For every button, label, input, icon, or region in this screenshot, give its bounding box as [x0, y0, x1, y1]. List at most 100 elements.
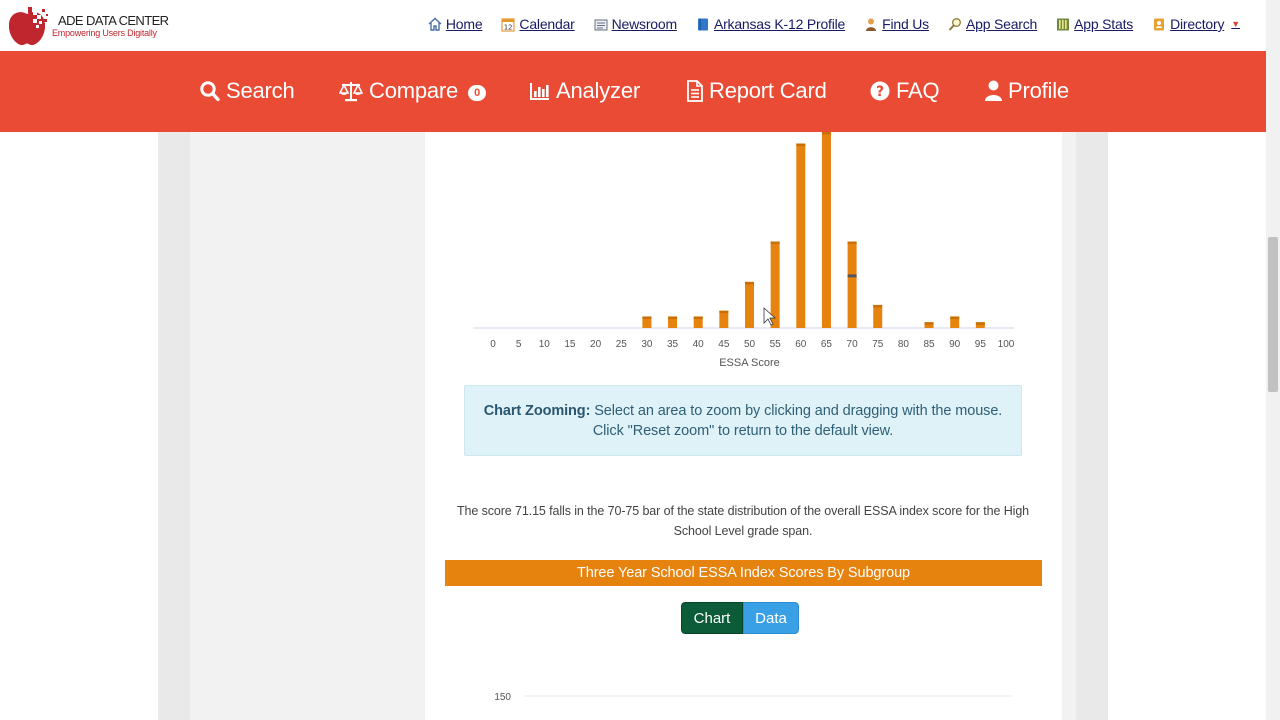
main-nav-analyzer[interactable]: Analyzer — [530, 78, 640, 104]
bar-top-35 — [668, 316, 678, 319]
nav-app-search[interactable]: App Search — [948, 16, 1037, 32]
nav-k12-profile[interactable]: Arkansas K-12 Profile — [696, 16, 845, 32]
nav-calendar[interactable]: 12 Calendar — [501, 16, 575, 32]
main-nav-faq[interactable]: ? FAQ — [870, 78, 940, 104]
nav-app-stats-label: App Stats — [1074, 16, 1134, 32]
x-tick-5: 5 — [516, 339, 522, 350]
bar-45[interactable] — [719, 310, 729, 328]
bar-60[interactable] — [796, 143, 806, 328]
subgroup-chart[interactable]: 150 — [425, 682, 1062, 720]
bar-chart-icon — [530, 83, 549, 100]
nav-app-stats[interactable]: App Stats — [1056, 16, 1133, 32]
x-tick-40: 40 — [693, 339, 705, 350]
bar-50[interactable] — [745, 281, 754, 328]
nav-directory[interactable]: Directory ▼ — [1152, 16, 1240, 32]
x-tick-100: 100 — [998, 339, 1015, 350]
document-icon — [687, 80, 703, 102]
x-tick-65: 65 — [821, 339, 833, 350]
nav-newsroom[interactable]: Newsroom — [594, 16, 677, 32]
main-nav-profile[interactable]: Profile — [985, 78, 1069, 104]
x-tick-60: 60 — [795, 339, 807, 350]
main-nav-analyzer-label: Analyzer — [556, 78, 640, 103]
bar-top-50 — [745, 281, 754, 285]
bar-75[interactable] — [873, 304, 883, 328]
bar-top-30 — [642, 316, 652, 319]
ade-logo[interactable]: ADE DATA CENTER Empowering Users Digital… — [6, 5, 169, 47]
bar-top-60 — [796, 143, 806, 147]
main-nav-search-label: Search — [226, 78, 295, 103]
x-tick-90: 90 — [949, 339, 961, 350]
x-tick-95: 95 — [975, 339, 987, 350]
x-tick-70: 70 — [847, 339, 859, 350]
logo-tagline: Empowering Users Digitally — [52, 28, 157, 38]
x-tick-85: 85 — [923, 339, 935, 350]
score-marker — [847, 274, 857, 278]
x-tick-25: 25 — [616, 339, 628, 350]
bar-top-65 — [821, 132, 831, 135]
right-sidebar — [1062, 132, 1076, 720]
main-nav-faq-label: FAQ — [896, 78, 940, 103]
main-nav: Search Compare 0 Analyzer Report Card ? … — [0, 51, 1266, 132]
left-sidebar — [190, 132, 425, 720]
main-content: 0 5 10 15 20 25 30 35 40 45 50 55 60 65 70 75 80 85 90 95 10… — [425, 132, 1062, 720]
x-tick-55: 55 — [770, 339, 782, 350]
svg-text:12: 12 — [504, 23, 513, 31]
x-tick-20: 20 — [590, 339, 602, 350]
x-axis-title: ESSA Score — [719, 357, 780, 369]
nav-find-us[interactable]: Find Us — [864, 16, 929, 32]
main-nav-search[interactable]: Search — [200, 78, 295, 104]
essa-distribution-chart[interactable]: 0 5 10 15 20 25 30 35 40 45 50 55 60 65 70 75 80 85 90 95 10… — [425, 132, 1062, 382]
top-bar: ADE DATA CENTER Empowering Users Digital… — [0, 0, 1266, 51]
bar-top-70 — [847, 241, 857, 245]
compare-count-badge: 0 — [468, 85, 487, 101]
newspaper-icon — [594, 19, 608, 30]
view-toggle: Chart Data — [681, 602, 799, 634]
x-tick-80: 80 — [898, 339, 910, 350]
section-header: Three Year School ESSA Index Scores By S… — [445, 560, 1042, 586]
nav-k12-profile-label: Arkansas K-12 Profile — [713, 16, 846, 32]
chart-zoom-note-text: Select an area to zoom by clicking and d… — [590, 403, 1003, 439]
page-scrollbar-thumb[interactable] — [1268, 237, 1278, 392]
calendar-icon: 12 — [501, 18, 515, 31]
left-gutter — [158, 132, 190, 720]
chevron-down-icon: ▼ — [1231, 19, 1240, 29]
home-icon — [428, 17, 442, 31]
x-tick-15: 15 — [564, 339, 576, 350]
svg-text:?: ? — [876, 84, 884, 100]
bar-65[interactable] — [821, 132, 831, 328]
score-description: The score 71.15 falls in the 70-75 bar o… — [456, 504, 1030, 538]
nav-directory-label: Directory — [1170, 16, 1225, 32]
top-nav: Home 12 Calendar Newsroom Arkansas K-12 … — [428, 16, 1240, 32]
x-tick-0: 0 — [490, 339, 496, 350]
chart-zoom-note: Chart Zooming: Select an area to zoom by… — [464, 385, 1022, 456]
main-nav-report-card[interactable]: Report Card — [687, 78, 827, 104]
bar-top-85 — [924, 322, 934, 325]
right-gutter — [1076, 132, 1108, 720]
book-icon — [697, 18, 708, 30]
nav-home-label: Home — [445, 16, 483, 32]
address-book-icon — [1154, 18, 1165, 30]
data-view-button[interactable]: Data — [743, 602, 799, 634]
bar-top-40 — [693, 316, 703, 319]
user-icon — [985, 80, 1002, 101]
y-tick-150: 150 — [494, 692, 511, 703]
nav-app-search-label: App Search — [965, 16, 1038, 32]
x-tick-30: 30 — [641, 339, 653, 350]
magnifier-icon — [948, 17, 961, 31]
bar-70[interactable] — [847, 241, 857, 328]
main-nav-compare[interactable]: Compare 0 — [339, 78, 487, 104]
x-tick-75: 75 — [872, 339, 884, 350]
bar-top-95 — [975, 322, 985, 325]
logo-title: ADE DATA CENTER — [58, 13, 169, 28]
nav-calendar-label: Calendar — [519, 16, 575, 32]
chart-view-button[interactable]: Chart — [681, 602, 743, 634]
balance-scale-icon — [339, 82, 363, 102]
bar-top-75 — [873, 304, 883, 308]
search-icon — [200, 81, 220, 102]
x-tick-50: 50 — [744, 339, 756, 350]
person-icon — [866, 18, 877, 31]
nav-home[interactable]: Home — [428, 16, 483, 32]
nav-newsroom-label: Newsroom — [611, 16, 678, 32]
bar-top-55 — [770, 241, 780, 245]
nav-find-us-label: Find Us — [882, 16, 929, 32]
